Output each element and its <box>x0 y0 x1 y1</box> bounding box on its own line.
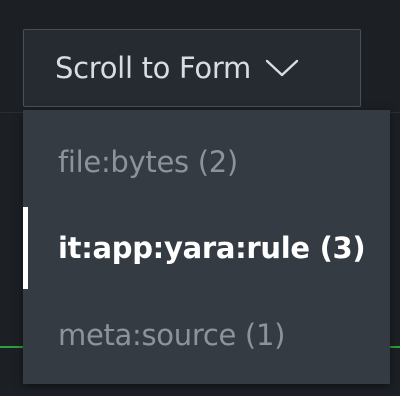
menu-item-meta-source[interactable]: meta:source (1) <box>23 290 390 380</box>
menu-item-it-app-yara-rule[interactable]: it:app:yara:rule (3) <box>23 203 390 293</box>
menu-item-label: file:bytes (2) <box>58 145 238 179</box>
menu-item-label: it:app:yara:rule (3) <box>58 231 366 265</box>
menu-item-file-bytes[interactable]: file:bytes (2) <box>23 117 390 207</box>
status-line-left <box>0 346 23 348</box>
menu-item-label: meta:source (1) <box>58 318 286 352</box>
scroll-to-form-button[interactable]: Scroll to Form <box>23 29 361 107</box>
scroll-to-form-menu: file:bytes (2) it:app:yara:rule (3) meta… <box>23 110 390 384</box>
chevron-down-icon <box>265 59 299 77</box>
scroll-to-form-label: Scroll to Form <box>55 51 251 85</box>
status-line-right <box>390 346 400 348</box>
